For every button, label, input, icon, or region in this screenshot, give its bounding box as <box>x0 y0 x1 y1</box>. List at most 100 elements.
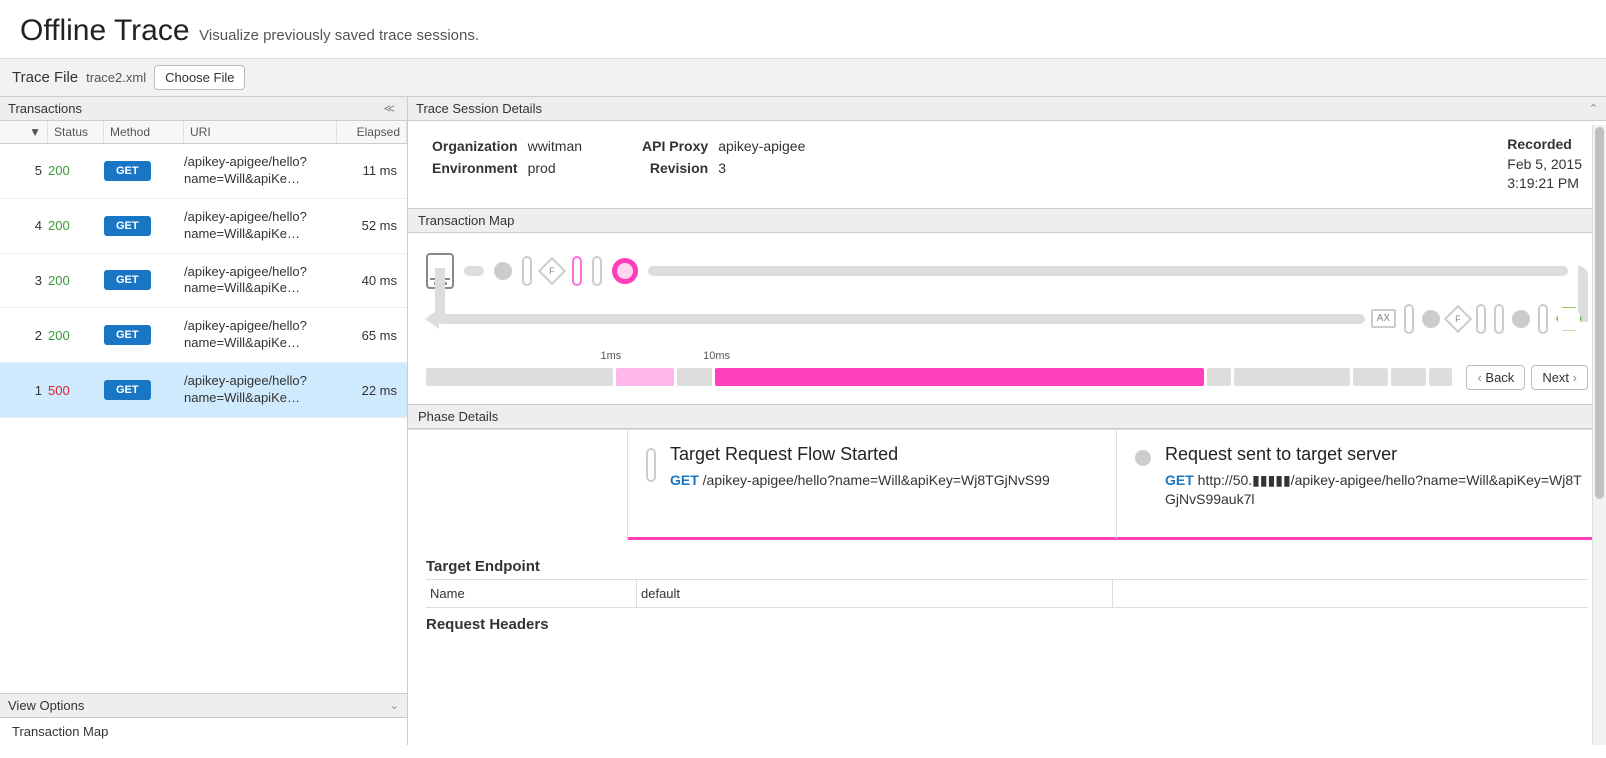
view-options-panel: View Options ⌄ Transaction Map <box>0 693 407 745</box>
session-details-title-bar: Trace Session Details ⌃ <box>408 97 1606 121</box>
flow-node-pill[interactable] <box>1494 304 1504 334</box>
next-button[interactable]: Next › <box>1531 365 1588 390</box>
col-elapsed-header[interactable]: Elapsed <box>337 121 407 143</box>
phase-details-section-bar: Phase Details <box>408 404 1606 429</box>
target-endpoint-heading: Target Endpoint <box>426 558 1588 575</box>
rev-value: 3 <box>718 157 805 179</box>
transactions-list[interactable]: 5200GET/apikey-apigee/hello?name=Will&ap… <box>0 144 407 693</box>
back-button[interactable]: ‹ Back <box>1466 365 1525 390</box>
te-name-value: default <box>636 580 1112 607</box>
col-uri-header[interactable]: URI <box>184 121 337 143</box>
expand-details-icon[interactable]: ⌃ <box>1589 102 1598 115</box>
env-label: Environment <box>432 157 518 179</box>
flow-segment <box>437 314 1365 324</box>
page-title: Offline Trace <box>20 14 190 47</box>
tx-method: GET <box>104 270 184 290</box>
flow-node-pill[interactable] <box>1476 304 1486 334</box>
tx-method: GET <box>104 380 184 400</box>
te-empty-cell <box>1112 580 1588 607</box>
flow-node-condition[interactable]: F <box>1444 305 1472 333</box>
flow-node-selected[interactable] <box>612 258 638 284</box>
tx-elapsed: 40 ms <box>337 273 407 288</box>
method-badge: GET <box>104 325 151 345</box>
flow-node-condition[interactable]: F <box>538 257 566 285</box>
proxy-label: API Proxy <box>642 135 708 157</box>
flow-node-dot[interactable] <box>1422 310 1440 328</box>
flow-node-dot[interactable] <box>494 262 512 280</box>
view-options-title-text: View Options <box>8 698 84 713</box>
tx-status: 200 <box>48 328 104 343</box>
right-pane: Trace Session Details ⌃ Organization Env… <box>408 97 1606 745</box>
flow-segment <box>648 266 1568 276</box>
method-badge: GET <box>104 380 151 400</box>
org-label: Organization <box>432 135 518 157</box>
phase-path: /apikey-apigee/hello?name=Will&apiKey=Wj… <box>703 472 1050 488</box>
transaction-row[interactable]: 4200GET/apikey-apigee/hello?name=Will&ap… <box>0 199 407 254</box>
method-badge: GET <box>104 161 151 181</box>
tx-index: 2 <box>0 328 48 343</box>
target-node-icon[interactable] <box>1556 306 1582 332</box>
expand-view-options-icon[interactable]: ⌄ <box>390 699 399 712</box>
flow-node-pill-pink[interactable] <box>572 256 582 286</box>
session-info: Organization Environment wwitman prod AP… <box>408 121 1606 208</box>
transaction-row[interactable]: 5200GET/apikey-apigee/hello?name=Will&ap… <box>0 144 407 199</box>
proxy-rev-block: API Proxy Revision apikey-apigee 3 <box>642 135 805 180</box>
session-details-title: Trace Session Details <box>416 101 542 116</box>
page-subtitle: Visualize previously saved trace session… <box>199 27 479 44</box>
phase-path: http://50.▮▮▮▮▮/apikey-apigee/hello?name… <box>1165 472 1582 508</box>
view-options-body: Transaction Map <box>0 718 407 745</box>
flow-node-pill[interactable] <box>592 256 602 286</box>
flow-node-pill[interactable] <box>1404 304 1414 334</box>
recorded-date: Feb 5, 2015 <box>1507 155 1582 175</box>
org-env-block: Organization Environment wwitman prod <box>432 135 582 180</box>
view-option-transaction-map[interactable]: Transaction Map <box>12 724 108 739</box>
phase-card-request-line: GET http://50.▮▮▮▮▮/apikey-apigee/hello?… <box>1165 471 1587 510</box>
flow-node-pill[interactable] <box>1538 304 1548 334</box>
recorded-time: 3:19:21 PM <box>1507 174 1582 194</box>
tx-elapsed: 65 ms <box>337 328 407 343</box>
right-scrollbar[interactable] <box>1592 125 1606 745</box>
view-options-title[interactable]: View Options ⌄ <box>0 694 407 718</box>
flow-node-dot[interactable] <box>1512 310 1530 328</box>
transaction-row[interactable]: 2200GET/apikey-apigee/hello?name=Will&ap… <box>0 308 407 363</box>
phase-card-spacer <box>408 430 628 540</box>
left-pane: Transactions ≪ ▼ Status Method URI Elaps… <box>0 97 408 745</box>
transaction-map-title: Transaction Map <box>418 213 514 228</box>
tx-uri: /apikey-apigee/hello?name=Will&apiKe… <box>184 373 337 407</box>
choose-file-button[interactable]: Choose File <box>154 65 245 90</box>
target-endpoint-section: Target Endpoint Name default Request Hea… <box>408 540 1606 637</box>
transactions-panel-title: Transactions ≪ <box>0 97 407 121</box>
phase-card-request-sent[interactable]: Request sent to target server GET http:/… <box>1117 430 1606 540</box>
tx-status: 500 <box>48 383 104 398</box>
tracefile-bar: Trace File trace2.xml Choose File <box>0 59 1606 97</box>
flow-node-pill[interactable] <box>522 256 532 286</box>
tx-status: 200 <box>48 163 104 178</box>
phase-cards: Target Request Flow Started GET /apikey-… <box>408 429 1606 540</box>
flow-node-ax[interactable]: AX <box>1371 309 1396 328</box>
tx-elapsed: 11 ms <box>337 163 407 178</box>
tx-elapsed: 22 ms <box>337 383 407 398</box>
transaction-row[interactable]: 1500GET/apikey-apigee/hello?name=Will&ap… <box>0 363 407 418</box>
collapse-left-icon[interactable]: ≪ <box>379 102 399 115</box>
tx-uri: /apikey-apigee/hello?name=Will&apiKe… <box>184 318 337 352</box>
tx-uri: /apikey-apigee/hello?name=Will&apiKe… <box>184 264 337 298</box>
phase-card-title: Request sent to target server <box>1165 444 1587 465</box>
col-method-header[interactable]: Method <box>104 121 184 143</box>
tx-elapsed: 52 ms <box>337 218 407 233</box>
tx-method: GET <box>104 161 184 181</box>
timing-row: 1ms 10ms ‹ Back Next › <box>408 353 1606 404</box>
transactions-title-text: Transactions <box>8 101 82 116</box>
org-value: wwitman <box>528 135 582 157</box>
phase-card-request-flow-started[interactable]: Target Request Flow Started GET /apikey-… <box>628 430 1117 540</box>
recorded-block: Recorded Feb 5, 2015 3:19:21 PM <box>1507 135 1582 194</box>
transaction-map-section-bar: Transaction Map <box>408 208 1606 233</box>
transaction-row[interactable]: 3200GET/apikey-apigee/hello?name=Will&ap… <box>0 254 407 309</box>
env-value: prod <box>528 157 582 179</box>
tx-status: 200 <box>48 273 104 288</box>
tracefile-label: Trace File <box>12 69 78 86</box>
tx-index: 4 <box>0 218 48 233</box>
phase-indicator-pill-icon <box>646 448 656 482</box>
timing-bar[interactable]: 1ms 10ms <box>426 368 1452 386</box>
col-status-header[interactable]: Status <box>48 121 104 143</box>
col-sort-icon[interactable]: ▼ <box>0 121 48 143</box>
